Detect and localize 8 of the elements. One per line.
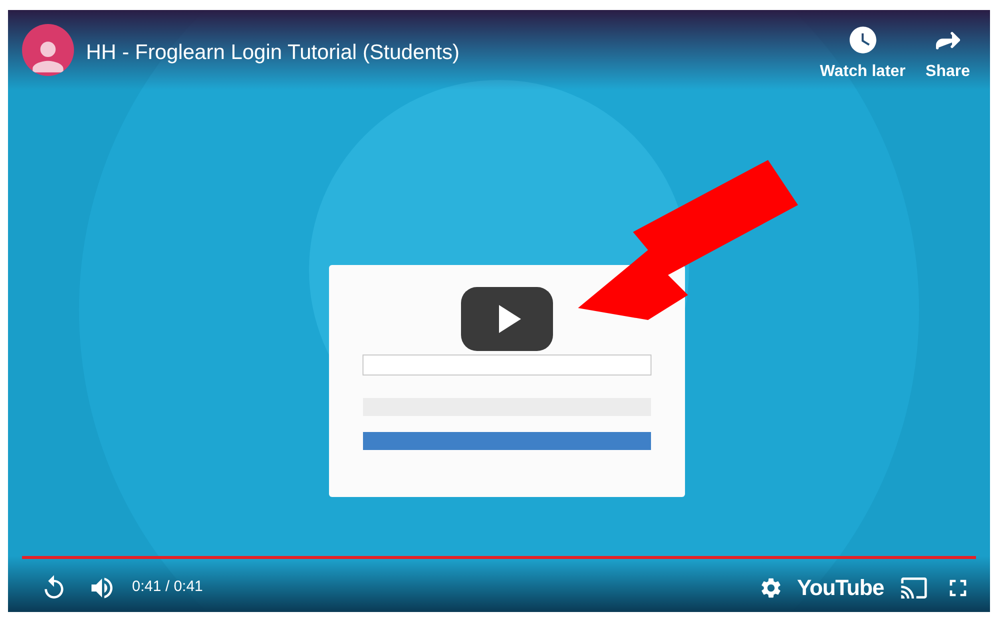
time-display: 0:41 / 0:41	[132, 577, 203, 598]
settings-icon[interactable]	[759, 576, 783, 600]
watch-later-button[interactable]: Watch later	[820, 24, 906, 84]
video-title[interactable]: HH - Froglearn Login Tutorial (Students)	[86, 37, 808, 68]
clock-icon	[846, 24, 879, 56]
share-button[interactable]: Share	[926, 24, 970, 84]
play-button[interactable]	[461, 287, 553, 351]
youtube-logo[interactable]: YouTube	[797, 571, 884, 604]
